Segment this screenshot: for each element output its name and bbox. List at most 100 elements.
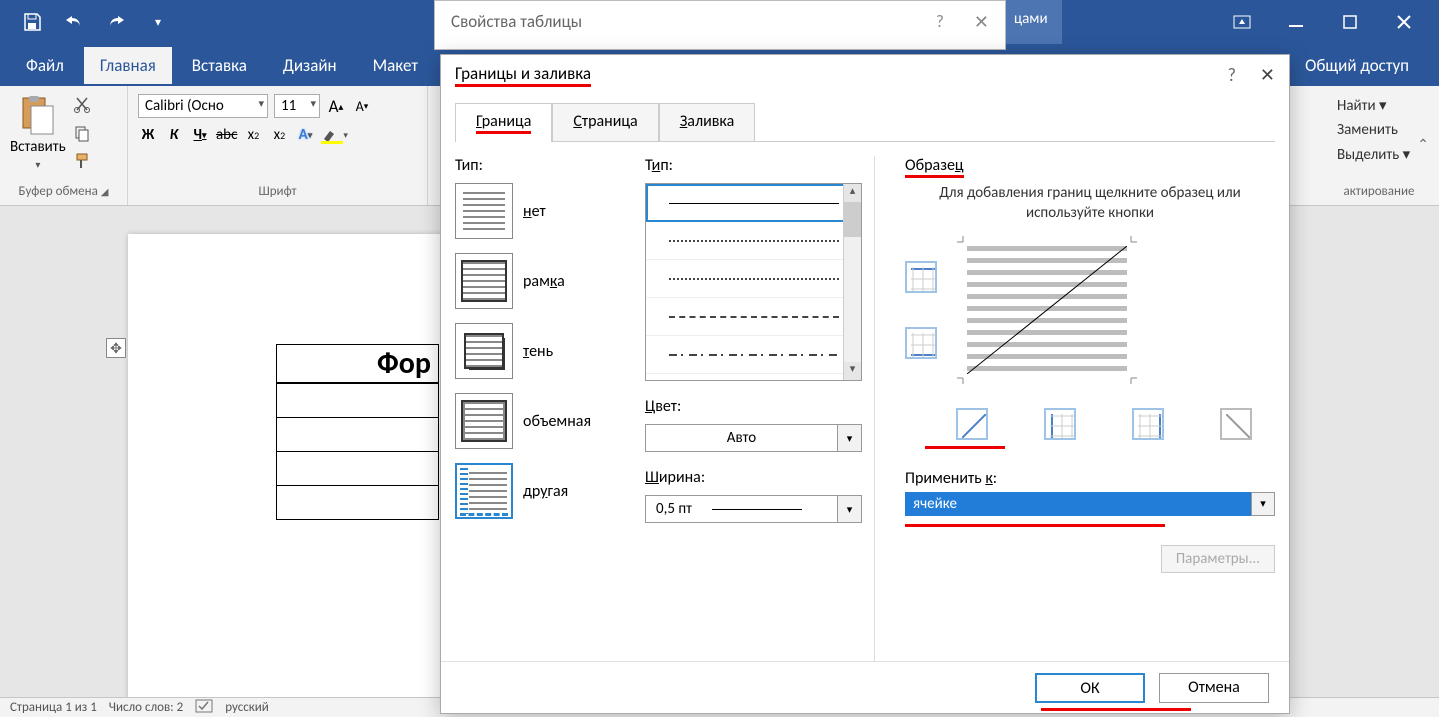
line-style-solid[interactable]: [646, 184, 861, 222]
dialog-footer: ОК Отмена: [441, 661, 1289, 713]
grow-font-icon[interactable]: A▴: [326, 95, 346, 117]
format-painter-icon[interactable]: [72, 150, 92, 172]
group-font: Calibri (Осно 11 A▴ A▾ Ж К Ч ▾ abc x2 x2…: [128, 86, 428, 205]
select-button[interactable]: Выделить ▾: [1337, 145, 1421, 164]
shrink-font-icon[interactable]: A▾: [352, 95, 372, 117]
paste-button[interactable]: Вставить ▾: [10, 90, 66, 184]
scroll-down-icon[interactable]: ▾: [844, 362, 861, 380]
group-clipboard-label: Буфер обмена ◢: [10, 184, 117, 201]
status-words[interactable]: Число слов: 2: [109, 700, 183, 715]
close-icon[interactable]: ✕: [1260, 64, 1275, 86]
setting-shadow[interactable]: тень: [455, 323, 625, 379]
qat-customize-icon[interactable]: ▾: [146, 10, 170, 34]
status-page[interactable]: Страница 1 из 1: [10, 700, 97, 715]
preview-bottom-buttons: [905, 408, 1275, 440]
paste-dropdown-icon[interactable]: ▾: [35, 158, 40, 171]
cancel-button[interactable]: Отмена: [1159, 673, 1269, 703]
line-style-list[interactable]: ▴ ▾: [645, 183, 862, 381]
table-properties-dialog: Свойства таблицы ? ✕: [434, 0, 1006, 50]
replace-button[interactable]: Заменить: [1337, 121, 1421, 139]
dialog-titlebar[interactable]: Границы и заливка ? ✕: [441, 55, 1289, 95]
tab-file[interactable]: Файл: [10, 47, 80, 84]
cut-icon[interactable]: [72, 94, 92, 116]
style-scrollbar[interactable]: ▴ ▾: [843, 184, 861, 380]
table-title-cell[interactable]: Фор: [277, 345, 439, 384]
setting-3d[interactable]: объемная: [455, 393, 625, 449]
bold-icon[interactable]: Ж: [138, 124, 158, 146]
dropdown-icon[interactable]: ▾: [837, 425, 861, 451]
copy-icon[interactable]: [72, 122, 92, 144]
preview-column: Образец Для добавления границ щелкните о…: [895, 156, 1275, 661]
preview-box[interactable]: [957, 236, 1137, 384]
setting-box[interactable]: рамка: [455, 253, 625, 309]
line-style-dashed-short[interactable]: [646, 260, 861, 298]
dialog-tabs: Граница Страница Заливка: [441, 95, 1289, 142]
apply-to-combo[interactable]: ячейке ▾: [905, 492, 1275, 516]
apply-to-label: Применить к:: [905, 469, 1275, 488]
strikethrough-icon[interactable]: abc: [216, 124, 237, 146]
group-font-label: Шрифт: [138, 184, 417, 201]
subscript-icon[interactable]: x2: [243, 124, 263, 146]
tab-layout[interactable]: Макет: [357, 47, 434, 84]
ribbon-display-icon[interactable]: [1231, 11, 1253, 33]
save-icon[interactable]: [20, 10, 44, 34]
border-diag-up-button[interactable]: [956, 408, 988, 440]
dropdown-icon[interactable]: ▾: [837, 496, 861, 522]
help-icon[interactable]: ?: [936, 11, 944, 33]
border-right-button[interactable]: [1132, 408, 1164, 440]
width-combo[interactable]: 0,5 пт ▾: [645, 495, 862, 523]
collapse-ribbon-icon[interactable]: ⌃: [1417, 136, 1429, 153]
scroll-up-icon[interactable]: ▴: [844, 184, 861, 202]
window-controls: [1231, 11, 1439, 33]
color-combo[interactable]: Авто ▾: [645, 424, 862, 452]
ok-button[interactable]: ОК: [1035, 673, 1145, 703]
text-effects-icon[interactable]: A ▾: [295, 124, 315, 146]
line-style-dashed[interactable]: [646, 298, 861, 336]
setting-custom[interactable]: другая: [455, 463, 625, 519]
tab-page-border[interactable]: Страница: [552, 103, 658, 142]
options-button: Параметры...: [1161, 545, 1275, 573]
share-button[interactable]: Общий доступ: [1305, 55, 1439, 76]
tab-insert[interactable]: Вставка: [176, 47, 263, 84]
table-row[interactable]: [277, 451, 439, 485]
border-bottom-button[interactable]: [905, 327, 937, 359]
settings-column: Тип: нет рамка тень объемная другая: [455, 156, 625, 661]
proofing-icon[interactable]: [195, 699, 213, 717]
italic-icon[interactable]: К: [164, 124, 184, 146]
table-row[interactable]: [277, 383, 439, 417]
underline-icon[interactable]: Ч ▾: [190, 124, 210, 146]
line-style-dashdot[interactable]: [646, 336, 861, 374]
font-size-combo[interactable]: 11: [274, 94, 320, 118]
help-icon[interactable]: ?: [1228, 64, 1236, 86]
close-icon[interactable]: ✕: [974, 11, 989, 33]
preview-hint: Для добавления границ щелкните образец и…: [905, 183, 1275, 224]
highlight-icon[interactable]: ▾: [321, 124, 348, 146]
superscript-icon[interactable]: x2: [269, 124, 289, 146]
close-icon[interactable]: [1393, 11, 1415, 33]
table-move-handle-icon[interactable]: ✥: [106, 338, 126, 358]
find-button[interactable]: Найти ▾: [1337, 96, 1421, 115]
dropdown-icon[interactable]: ▾: [1251, 492, 1275, 516]
redo-icon[interactable]: [104, 10, 128, 34]
table-row[interactable]: [277, 417, 439, 451]
setting-none[interactable]: нет: [455, 183, 625, 239]
table-row[interactable]: [277, 485, 439, 519]
font-name-combo[interactable]: Calibri (Осно: [138, 94, 268, 118]
tab-design[interactable]: Дизайн: [267, 47, 353, 84]
scroll-thumb[interactable]: [844, 202, 861, 237]
maximize-icon[interactable]: [1339, 11, 1361, 33]
border-left-button[interactable]: [1044, 408, 1076, 440]
document-table[interactable]: Фор: [276, 344, 439, 520]
undo-icon[interactable]: [62, 10, 86, 34]
dialog-body: Тип: нет рамка тень объемная другая: [455, 141, 1275, 661]
tab-border[interactable]: Граница: [455, 103, 552, 142]
minimize-icon[interactable]: [1285, 11, 1307, 33]
preview-label: Образец: [905, 156, 1275, 175]
color-label: Цвет:: [645, 397, 862, 416]
border-diag-down-button[interactable]: [1220, 408, 1252, 440]
tab-shading[interactable]: Заливка: [659, 103, 756, 142]
tab-home[interactable]: Главная: [84, 47, 172, 84]
line-style-dotted[interactable]: [646, 222, 861, 260]
border-top-button[interactable]: [905, 261, 937, 293]
status-language[interactable]: русский: [225, 700, 269, 715]
